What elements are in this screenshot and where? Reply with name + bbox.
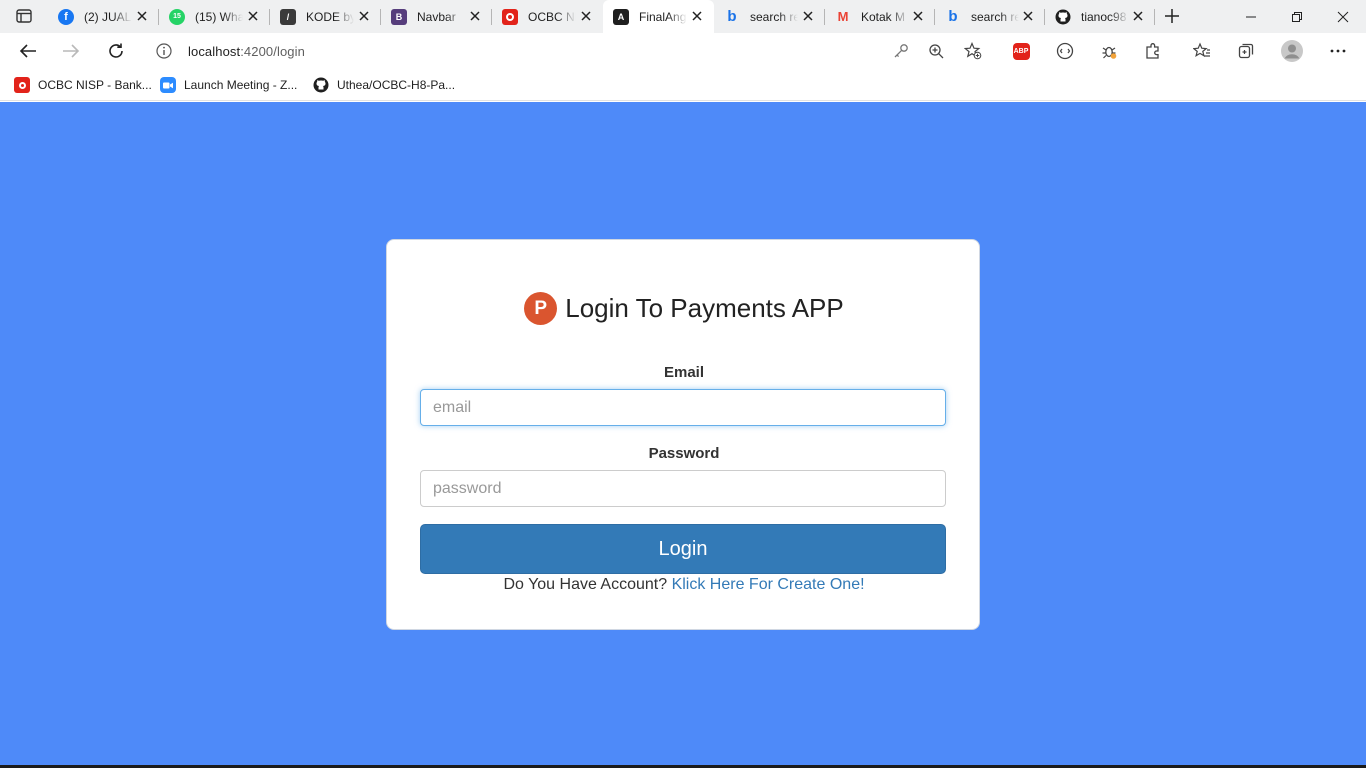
close-icon[interactable] <box>911 9 925 23</box>
tab-kode[interactable]: / KODE by <box>270 0 381 33</box>
bug-extension-icon[interactable] <box>1095 37 1123 65</box>
close-icon[interactable] <box>468 9 482 23</box>
login-button[interactable]: Login <box>420 524 946 574</box>
password-field[interactable] <box>420 470 946 507</box>
tab-title: (15) Wha <box>195 9 243 24</box>
tab-actions-icon[interactable] <box>10 5 38 27</box>
ocbc-icon <box>502 8 518 25</box>
close-icon[interactable] <box>246 9 260 23</box>
close-icon[interactable] <box>135 9 149 23</box>
bing-icon: b <box>727 8 737 25</box>
tab-title: Navbar <box>417 9 456 24</box>
close-icon[interactable] <box>1021 9 1035 23</box>
login-card: P Login To Payments APP Email Password L… <box>386 239 980 630</box>
signup-prompt: Do You Have Account? <box>503 576 672 593</box>
extensions-puzzle-icon[interactable] <box>1139 37 1167 65</box>
close-window-icon[interactable] <box>1320 0 1366 33</box>
email-field[interactable] <box>420 389 946 426</box>
new-tab-icon[interactable] <box>1160 5 1184 27</box>
ocbc-icon <box>14 77 30 93</box>
bookmarks-bar: OCBC NISP - Bank... Launch Meeting - Z..… <box>0 69 1366 101</box>
url-text: localhost:4200/login <box>188 44 305 59</box>
bing-icon: b <box>948 8 958 25</box>
facebook-icon: f <box>58 8 74 25</box>
password-label: Password <box>648 445 720 462</box>
close-icon[interactable] <box>1131 9 1145 23</box>
login-header: P Login To Payments APP <box>387 292 981 325</box>
bookmark-zoom-meeting[interactable]: Launch Meeting - Z... <box>160 76 297 94</box>
tab-title: (2) JUAL <box>84 9 132 24</box>
more-options-icon[interactable] <box>1324 37 1352 65</box>
tab-title: KODE by <box>306 9 354 24</box>
restore-icon[interactable] <box>1274 0 1320 33</box>
kode-icon: / <box>280 8 296 25</box>
tab-facebook[interactable]: f (2) JUAL <box>48 0 159 33</box>
tab-whatsapp[interactable]: 15 (15) Wha <box>159 0 270 33</box>
collections-icon[interactable] <box>1232 37 1260 65</box>
tab-strip: f (2) JUAL 15 (15) Wha / KODE by B Navba… <box>0 0 1366 33</box>
close-icon[interactable] <box>357 9 371 23</box>
back-icon[interactable] <box>14 37 42 65</box>
tab-finalang-active[interactable]: A FinalAng <box>603 0 714 33</box>
close-icon[interactable] <box>579 9 593 23</box>
create-account-link[interactable]: Klick Here For Create One! <box>672 576 865 593</box>
gmail-icon: M <box>837 9 849 24</box>
close-icon[interactable] <box>690 9 704 23</box>
page-background: P Login To Payments APP Email Password L… <box>0 102 1366 768</box>
tab-navbar[interactable]: B Navbar <box>381 0 492 33</box>
zoom-icon[interactable] <box>926 41 946 61</box>
angular-icon: A <box>613 8 629 25</box>
page-title: Login To Payments APP <box>565 293 844 323</box>
github-icon <box>1055 9 1071 25</box>
tab-gmail[interactable]: M Kotak M <box>825 0 935 33</box>
close-icon[interactable] <box>801 9 815 23</box>
extension-icon[interactable] <box>1051 37 1079 65</box>
tab-title: tianoc98 <box>1081 9 1127 24</box>
browser-toolbar: localhost:4200/login ABP <box>0 33 1366 69</box>
bookmark-ocbc[interactable]: OCBC NISP - Bank... <box>14 76 152 94</box>
tab-search-1[interactable]: b search re <box>714 0 825 33</box>
refresh-icon[interactable] <box>102 37 130 65</box>
tab-title: search re <box>971 9 1019 24</box>
adblock-plus-icon[interactable]: ABP <box>1007 37 1035 65</box>
tab-title: FinalAng <box>639 9 687 24</box>
zoom-icon <box>160 77 176 93</box>
bootstrap-icon: B <box>391 8 407 25</box>
tab-title: Kotak M <box>861 9 906 24</box>
favorites-icon[interactable] <box>1188 37 1216 65</box>
profile-avatar[interactable] <box>1277 36 1307 66</box>
github-icon <box>313 77 329 93</box>
bookmark-github[interactable]: Uthea/OCBC-H8-Pa... <box>313 76 455 94</box>
bookmark-label: Uthea/OCBC-H8-Pa... <box>337 78 456 92</box>
tab-title: OCBC NI <box>528 9 576 24</box>
tab-github[interactable]: tianoc98 <box>1045 0 1155 33</box>
signup-row: Do You Have Account? Klick Here For Crea… <box>387 576 981 594</box>
whatsapp-icon: 15 <box>169 8 185 25</box>
address-bar[interactable]: localhost:4200/login <box>144 36 993 66</box>
forward-icon[interactable] <box>57 37 85 65</box>
add-favorite-icon[interactable] <box>963 41 983 61</box>
site-info-icon[interactable] <box>156 43 172 64</box>
tab-ocbc[interactable]: OCBC NI <box>492 0 603 33</box>
producthunt-logo-icon: P <box>524 292 558 325</box>
minimize-icon[interactable] <box>1228 0 1274 33</box>
tab-title: search re <box>750 9 798 24</box>
bookmark-label: Launch Meeting - Z... <box>184 78 298 92</box>
password-key-icon[interactable] <box>891 41 911 61</box>
bookmark-label: OCBC NISP - Bank... <box>38 78 152 92</box>
email-label: Email <box>663 364 705 381</box>
tab-search-2[interactable]: b search re <box>935 0 1045 33</box>
